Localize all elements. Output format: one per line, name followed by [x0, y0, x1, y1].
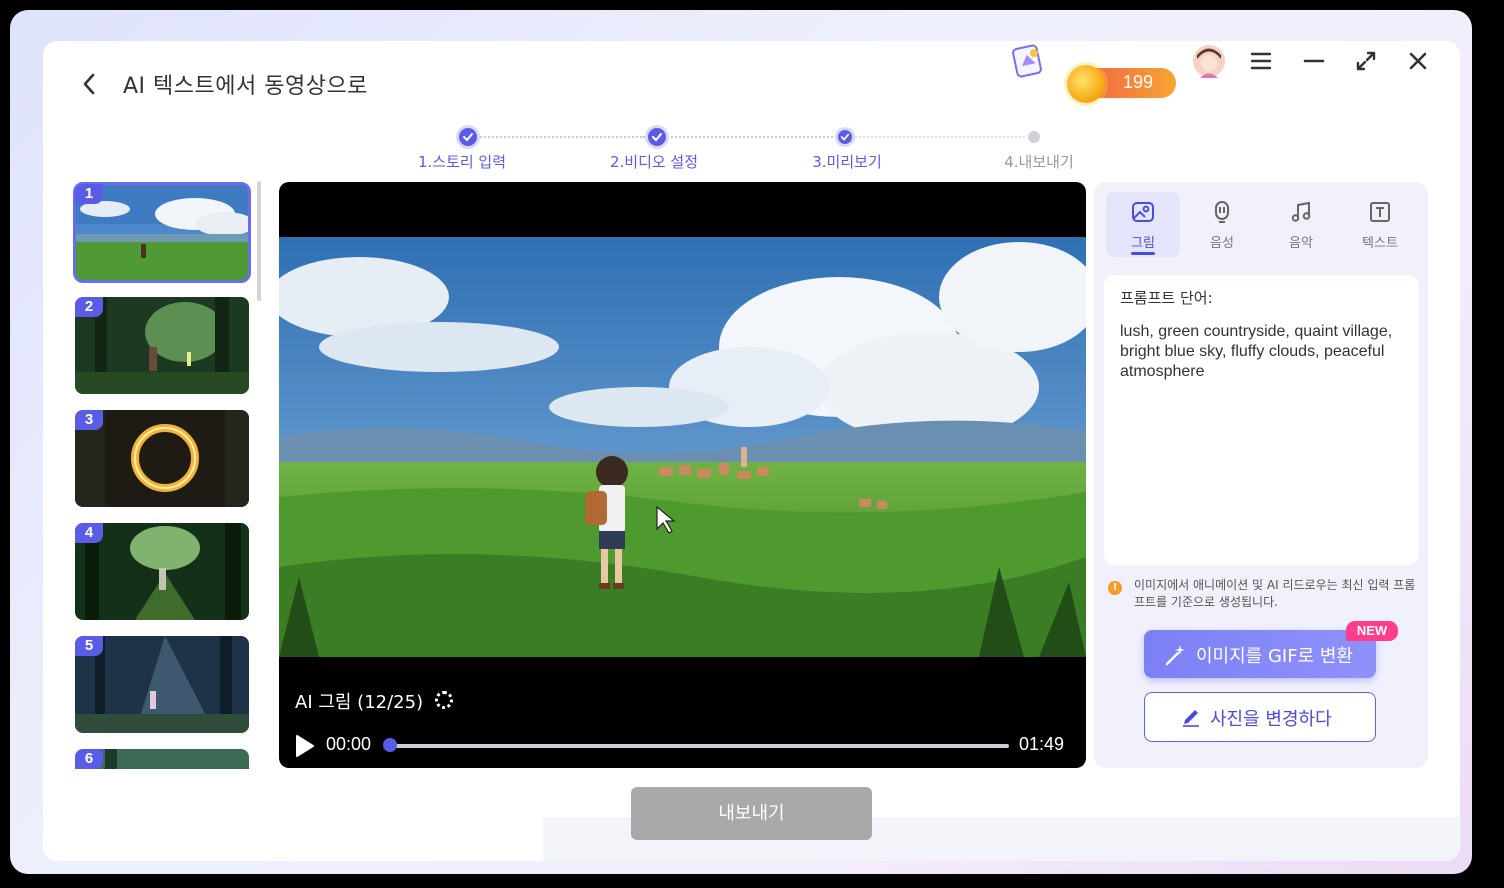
avatar: [1193, 45, 1225, 78]
step-connector: [667, 136, 837, 138]
new-badge: NEW: [1346, 621, 1398, 641]
expand-icon: [1356, 51, 1376, 71]
total-time: 01:49: [1019, 734, 1065, 754]
scene-thumbnail[interactable]: 6: [75, 749, 249, 769]
preview-image: [279, 237, 1086, 657]
gift-button[interactable]: [1005, 41, 1051, 81]
hamburger-menu-icon: [1250, 52, 1272, 70]
menu-button[interactable]: [1246, 41, 1276, 81]
step-1-done-icon: [459, 128, 477, 146]
step-3-current-icon: [838, 130, 852, 144]
tab-label: 그림: [1131, 236, 1155, 251]
scene-thumbnail[interactable]: 3: [75, 410, 249, 507]
gift-card-icon: [1012, 44, 1042, 78]
prompt-label: 프롬프트 단어:: [1120, 289, 1213, 307]
tab-voice[interactable]: 음성: [1185, 192, 1259, 257]
scene-number: 3: [75, 410, 103, 430]
app-backdrop: AI 텍스트에서 동영상으로 199 1.스토리 입력 2.비디오 설정 3.미…: [10, 10, 1472, 874]
change-photo-button[interactable]: 사진을 변경하다: [1144, 692, 1376, 742]
page-title: AI 텍스트에서 동영상으로: [123, 74, 368, 99]
step-label: 4.내보내기: [1004, 153, 1074, 171]
scene-number: 1: [75, 184, 103, 204]
microphone-icon: [1215, 201, 1229, 223]
seek-handle[interactable]: [383, 738, 397, 752]
header: AI 텍스트에서 동영상으로 199: [43, 41, 1460, 127]
scene-number: 6: [75, 749, 103, 769]
scene-number: 2: [75, 297, 103, 317]
preview-frame[interactable]: [279, 237, 1086, 657]
step-connector: [855, 136, 1025, 138]
music-note-icon: [1291, 201, 1311, 222]
tab-label: 텍스트: [1362, 236, 1398, 251]
prompt-text[interactable]: lush, green countryside, quaint village,…: [1120, 322, 1402, 382]
minimize-button[interactable]: [1299, 41, 1329, 81]
maximize-button[interactable]: [1351, 41, 1381, 81]
scene-thumbnail[interactable]: 4: [75, 523, 249, 620]
convert-to-gif-label: 이미지를 GIF로 변환: [1196, 646, 1353, 667]
current-time: 00:00: [326, 734, 372, 754]
active-tab-indicator: [1131, 252, 1155, 255]
play-button[interactable]: [293, 734, 315, 762]
close-button[interactable]: [1403, 41, 1433, 81]
thumbnail-scrollbar[interactable]: [257, 181, 261, 301]
image-icon: [1132, 202, 1154, 222]
coin-count: 199: [1123, 72, 1154, 92]
export-button[interactable]: 내보내기: [631, 787, 872, 840]
tab-text[interactable]: 텍스트: [1343, 192, 1417, 257]
side-tabs: 그림 음성 음악 텍스트: [1106, 192, 1416, 257]
seek-bar[interactable]: [389, 744, 1009, 748]
step-label: 3.미리보기: [812, 153, 882, 171]
avatar-button[interactable]: [1191, 41, 1227, 81]
tab-label: 음악: [1289, 236, 1313, 251]
step-connector: [477, 136, 645, 138]
coin-icon: [1067, 65, 1105, 103]
generation-status: AI 그림 (12/25): [295, 692, 424, 713]
stepper: 1.스토리 입력 2.비디오 설정 3.미리보기 4.내보내기: [43, 125, 1460, 175]
text-box-icon: [1370, 202, 1390, 222]
scene-thumbnail[interactable]: 5: [75, 636, 249, 733]
step-4-todo-icon: [1028, 131, 1040, 143]
back-button[interactable]: [79, 71, 99, 97]
side-panel: 그림 음성 음악 텍스트 프롬프트 단어: lush, green countr…: [1094, 182, 1428, 768]
chevron-left-icon: [83, 73, 95, 95]
magic-wand-icon: [1165, 645, 1185, 666]
step-label: 1.스토리 입력: [417, 153, 507, 171]
tab-image[interactable]: 그림: [1106, 192, 1180, 257]
step-2-done-icon: [648, 128, 666, 146]
notice-text: 이미지에서 애니메이션 및 AI 리드로우는 최신 입력 프롬프트를 기준으로 …: [1134, 578, 1416, 609]
loading-spinner-icon: [435, 691, 453, 709]
scene-thumbnail[interactable]: 1: [73, 182, 251, 283]
scene-thumbnail-list: 1 2 3 4 5 6: [73, 181, 253, 769]
prompt-editor[interactable]: 프롬프트 단어: lush, green countryside, quaint…: [1104, 275, 1418, 565]
video-player: AI 그림 (12/25) 00:00 01:49: [279, 182, 1086, 768]
tab-label: 음성: [1210, 236, 1234, 251]
scene-thumbnail[interactable]: 2: [75, 297, 249, 394]
minimize-icon: [1303, 59, 1325, 63]
step-label: 2.비디오 설정: [609, 153, 699, 171]
change-photo-label: 사진을 변경하다: [1210, 709, 1332, 730]
play-icon: [296, 735, 314, 757]
scene-number: 5: [75, 636, 103, 656]
info-icon: !: [1108, 581, 1122, 595]
scene-number: 4: [75, 523, 103, 543]
app-window: AI 텍스트에서 동영상으로 199 1.스토리 입력 2.비디오 설정 3.미…: [43, 41, 1460, 861]
pencil-icon: [1183, 710, 1199, 727]
close-icon: [1409, 52, 1427, 70]
tab-music[interactable]: 음악: [1264, 192, 1338, 257]
convert-to-gif-button[interactable]: 이미지를 GIF로 변환: [1144, 630, 1376, 678]
